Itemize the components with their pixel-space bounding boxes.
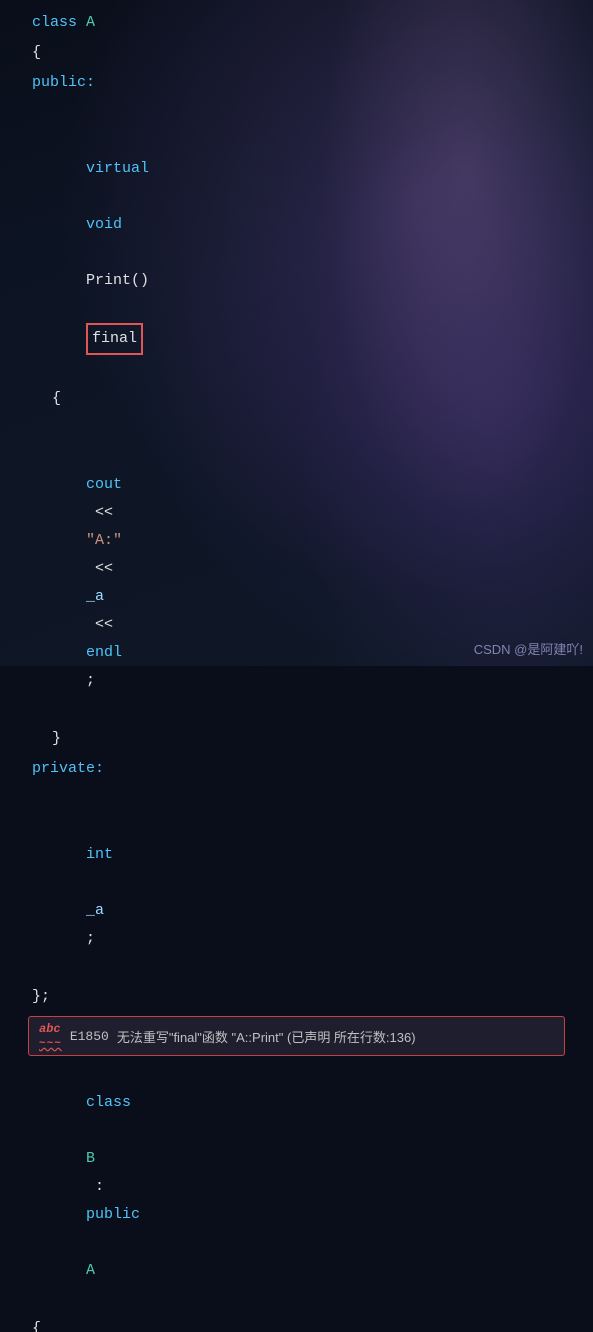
keyword-int: int [86,846,113,863]
code-line: { [0,38,593,68]
code-line: int _a ; [0,784,593,982]
line-content: public: [28,69,593,97]
keyword-private: private: [32,760,104,777]
final-keyword-highlight: final [86,323,143,355]
line-content: { [28,39,593,67]
error-code-label: E1850 [70,1029,109,1044]
code-line: public: [0,68,593,98]
cout-keyword: cout [86,476,122,493]
code-line: } [0,724,593,754]
endl-keyword: endl [86,644,122,661]
code-line: class B : public A [0,1060,593,1314]
open-brace: { [52,390,61,407]
watermark: CSDN @是阿建吖! [474,639,583,658]
keyword-public: public: [32,74,95,91]
keyword-class-b: class [86,1094,131,1111]
space [86,300,95,317]
code-line: virtual void Print() final [0,98,593,384]
class-name-b: B [86,1150,95,1167]
keyword-class: class [32,14,77,31]
code-line: class A [0,8,593,38]
code-line: { [0,1314,593,1332]
line-content: }; [28,983,593,1011]
operator: << [86,616,122,633]
code-line: cout << "A:" << _a << endl ; [0,414,593,724]
line-content: cout << "A:" << _a << endl ; [28,415,593,723]
code-line: { [0,384,593,414]
error-tooltip: abc~~~ E1850 无法重写"final"函数 "A::Print" (已… [28,1016,565,1056]
paren: () [131,272,149,289]
space [86,188,95,205]
line-content: { [28,1315,593,1332]
class-name-a: A [86,14,95,31]
line-content: } [28,725,593,753]
error-message: 无法重写"final"函数 "A::Print" (已声明 所在行数:136) [117,1027,416,1046]
open-brace: { [32,44,41,61]
semicolon: ; [86,930,95,947]
code-line: }; [0,982,593,1012]
string-a: "A:" [86,532,122,549]
keyword-virtual: virtual [86,160,149,177]
line-content: class A [28,9,593,37]
space [86,244,95,261]
keyword-void: void [86,216,122,233]
code-editor: class A { public: virtual void Print() f… [0,0,593,666]
close-brace: } [52,730,61,747]
error-icon: abc~~~ [39,1022,62,1050]
line-content: class B : public A [28,1061,593,1313]
line-content: virtual void Print() final [28,99,593,383]
open-brace-b: { [32,1320,41,1332]
operator: << [86,504,122,521]
watermark-text: CSDN @是阿建吖! [474,642,583,657]
space [86,874,95,891]
line-content: int _a ; [28,785,593,981]
var-a: _a [86,588,104,605]
operator: << [86,560,122,577]
var-a-decl: _a [86,902,104,919]
semicolon: ; [86,672,95,689]
base-class-a: A [86,1262,95,1279]
code-line: private: [0,754,593,784]
line-content: private: [28,755,593,783]
close-brace-semi: }; [32,988,50,1005]
line-content: { [28,385,593,413]
function-name-print: Print [86,272,131,289]
space [86,1234,95,1251]
inheritance-colon: : [86,1178,113,1195]
space [86,1122,95,1139]
keyword-public-inherit: public [86,1206,140,1223]
